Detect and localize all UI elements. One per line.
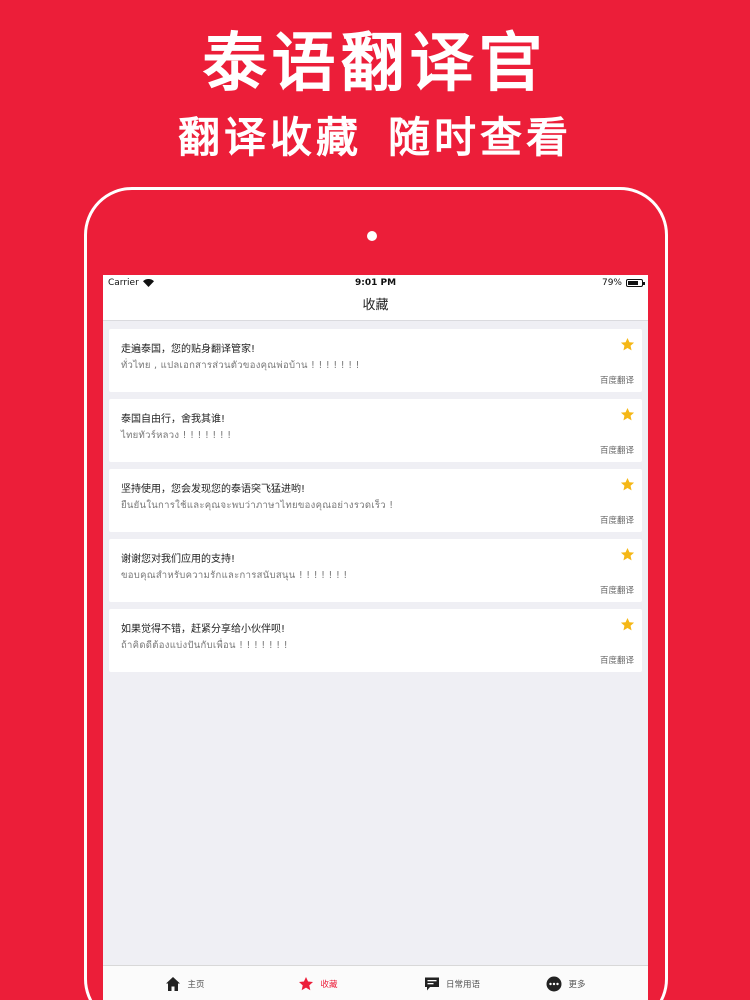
favorite-item[interactable]: 谢谢您对我们应用的支持! ขอบคุณสำหรับความรักและการสน…: [109, 539, 642, 602]
battery-fill: [628, 281, 639, 285]
app-screen: Carrier 9:01 PM 79% 收藏 走遍泰国，您的贴身翻译管家! ทั…: [103, 275, 648, 1000]
battery-indicator: 79%: [601, 278, 645, 288]
promo-subtitle-left: 翻译收藏: [177, 113, 362, 162]
favorite-item[interactable]: 坚持使用，您会发现您的泰语突飞猛进哟! ยืนยันในการใช้และคุณ…: [109, 469, 642, 532]
more-icon: [546, 976, 562, 992]
favorite-item[interactable]: 如果觉得不错，赶紧分享给小伙伴呗! ถ้าคิดดีต้องแบ่งปันกับ…: [109, 609, 642, 672]
tab-bar: 主页 收藏 日常用语 更多: [103, 965, 648, 1000]
favorite-translation-text: ทั่วไทย , แปลเอกสารส่วนตัวของคุณพ่อบ้าน …: [121, 360, 360, 371]
favorite-source-text: 如果觉得不错，赶紧分享给小伙伴呗!: [121, 624, 286, 635]
favorite-engine-label: 百度翻译: [599, 516, 634, 526]
promo-subtitle: 翻译收藏 随时查看: [0, 110, 750, 166]
tab-label: 主页: [187, 979, 205, 990]
tab-home[interactable]: 主页: [117, 966, 253, 1000]
tab-label: 日常用语: [445, 979, 480, 990]
favorite-item[interactable]: 走遍泰国，您的贴身翻译管家! ทั่วไทย , แปลเอกสารส่วนตั…: [109, 329, 642, 392]
star-icon: [298, 976, 314, 992]
favorite-engine-label: 百度翻译: [599, 656, 634, 666]
tab-label: 更多: [568, 979, 586, 990]
favorite-engine-label: 百度翻译: [599, 376, 634, 386]
favorite-translation-text: ยืนยันในการใช้และคุณจะพบว่าภาษาไทยของคุณ…: [121, 500, 394, 511]
nav-bar: 收藏: [103, 292, 648, 321]
favorite-translation-text: ถ้าคิดดีต้องแบ่งปันกับเพื่อน ! ! ! ! ! !…: [121, 640, 288, 651]
star-icon[interactable]: [620, 337, 635, 352]
star-icon[interactable]: [620, 477, 635, 492]
home-icon: [165, 976, 181, 992]
battery-icon: [626, 279, 645, 287]
promo-title: 泰语翻译官: [202, 27, 548, 101]
battery-percent: 79%: [601, 278, 622, 288]
favorite-item[interactable]: 泰国自由行，舍我其谁! ไทยทัวร์หลวง ! ! ! ! ! ! ! 百…: [109, 399, 642, 462]
favorite-engine-label: 百度翻译: [599, 586, 634, 596]
favorite-source-text: 坚持使用，您会发现您的泰语突飞猛进哟!: [121, 484, 306, 495]
nav-title: 收藏: [362, 298, 389, 313]
status-time: 9:01 PM: [354, 278, 397, 288]
favorite-translation-text: ขอบคุณสำหรับความรักและการสนับสนุน ! ! ! …: [121, 570, 348, 581]
star-icon[interactable]: [620, 547, 635, 562]
favorite-source-text: 走遍泰国，您的贴身翻译管家!: [121, 344, 256, 355]
status-bar: Carrier 9:01 PM 79%: [103, 275, 648, 292]
favorite-source-text: 泰国自由行，舍我其谁!: [121, 414, 226, 425]
tablet-camera: [367, 231, 377, 241]
star-icon[interactable]: [620, 407, 635, 422]
favorite-translation-text: ไทยทัวร์หลวง ! ! ! ! ! ! !: [121, 430, 232, 441]
star-icon[interactable]: [620, 617, 635, 632]
favorites-list: 走遍泰国，您的贴身翻译管家! ทั่วไทย , แปลเอกสารส่วนตั…: [109, 329, 642, 679]
tab-label: 收藏: [320, 979, 338, 990]
tab-more[interactable]: 更多: [498, 966, 634, 1000]
promo-subtitle-right: 随时查看: [388, 113, 573, 162]
favorite-source-text: 谢谢您对我们应用的支持!: [121, 554, 236, 565]
favorite-engine-label: 百度翻译: [599, 446, 634, 456]
chat-icon: [424, 976, 440, 992]
tab-favorites[interactable]: 收藏: [250, 966, 386, 1000]
